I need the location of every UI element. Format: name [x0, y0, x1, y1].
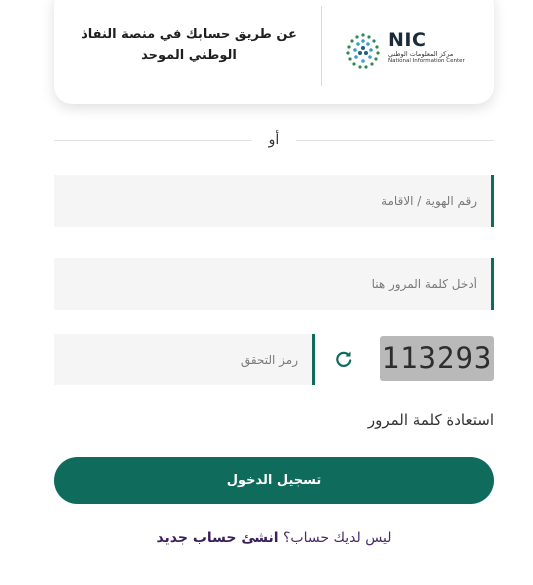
forgot-password-link[interactable]: استعادة كلمة المرور [368, 411, 494, 429]
login-button[interactable]: تسجيل الدخول [54, 457, 494, 504]
nic-arabic-name: مركز المعلومات الوطني [388, 50, 454, 58]
divider-line-right [296, 140, 494, 141]
nic-english-name: National Information Center [388, 58, 465, 64]
captcha-code: 113293 [381, 341, 493, 375]
or-text: أو [268, 132, 280, 148]
create-account-link[interactable]: انشئ حساب جديد [156, 530, 278, 546]
or-divider: أو [54, 130, 494, 152]
refresh-icon [336, 351, 352, 367]
refresh-captcha-button[interactable] [331, 346, 357, 372]
signup-row: ليس لديك حساب؟ انشئ حساب جديد [54, 530, 494, 546]
password-input[interactable] [54, 258, 494, 310]
nafath-card-text: عن طريق حسابك في منصة النفاذ الوطني المو… [81, 27, 297, 63]
divider-line-left [54, 140, 252, 141]
captcha-input[interactable] [54, 334, 315, 385]
id-number-input[interactable] [54, 175, 494, 227]
captcha-image: 113293 [380, 336, 494, 381]
card-divider [321, 6, 322, 86]
nic-logo-icon [346, 33, 380, 69]
signup-question: ليس لديك حساب؟ [282, 530, 392, 546]
nic-logo-text: NIC [388, 29, 427, 51]
nafath-login-card[interactable]: NIC مركز المعلومات الوطني National Infor… [54, 0, 494, 104]
